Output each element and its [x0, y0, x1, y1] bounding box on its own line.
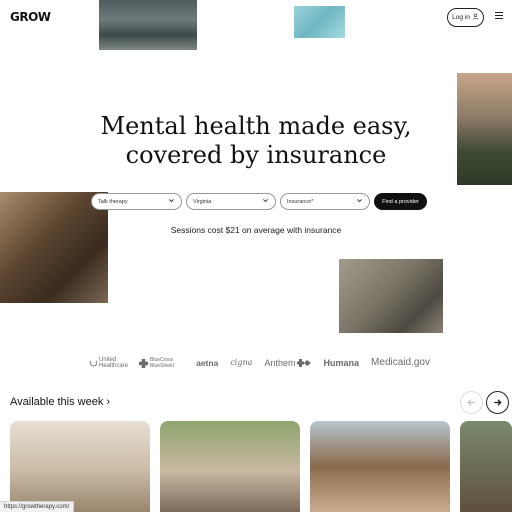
- find-provider-button[interactable]: Find a provider: [374, 193, 427, 210]
- provider-card[interactable]: [460, 421, 512, 512]
- photo-swimming-pool: [294, 6, 345, 38]
- anthem-logo: Anthem: [264, 359, 312, 368]
- provider-card[interactable]: [160, 421, 300, 512]
- insurance-logos-row: United Healthcare BlueCross BlueShield a…: [90, 354, 430, 372]
- medicaid-logo: Medicaid.gov: [371, 357, 430, 368]
- cigna-logo: cigna: [230, 358, 253, 367]
- photo-tying-shoes: [0, 192, 108, 303]
- grow-logo[interactable]: GROW: [10, 10, 51, 24]
- photo-water-waves: [99, 0, 197, 50]
- chevron-right-icon: ›: [106, 396, 111, 408]
- hero-title: Mental health made easy, covered by insu…: [0, 112, 512, 170]
- united-healthcare-logo: United Healthcare: [90, 357, 128, 369]
- carousel-next-button[interactable]: [486, 391, 509, 414]
- user-icon: [472, 13, 479, 22]
- available-this-week-heading[interactable]: Available this week ›: [10, 396, 110, 408]
- chevron-down-icon: [262, 197, 269, 206]
- provider-card[interactable]: [310, 421, 450, 512]
- therapy-type-select[interactable]: Talk therapy: [91, 193, 182, 210]
- login-label: Log in: [452, 14, 470, 21]
- provider-card[interactable]: [10, 421, 150, 512]
- state-value: Virginia: [193, 198, 212, 205]
- chevron-down-icon: [168, 197, 175, 206]
- carousel-prev-button[interactable]: [460, 391, 483, 414]
- chevron-down-icon: [356, 197, 363, 206]
- hero-title-line-2: covered by insurance: [125, 141, 387, 169]
- hamburger-menu-icon[interactable]: [495, 12, 503, 21]
- aetna-logo: aetna: [196, 358, 219, 368]
- insurance-value: Insurance*: [287, 198, 314, 205]
- state-select[interactable]: Virginia: [186, 193, 276, 210]
- arrow-left-icon: [467, 394, 476, 412]
- login-button[interactable]: Log in: [447, 8, 484, 27]
- sessions-cost-note: Sessions cost $21 on average with insura…: [170, 225, 342, 235]
- arrow-right-icon: [493, 394, 502, 412]
- therapy-type-value: Talk therapy: [98, 198, 128, 205]
- status-bar-url: https://growtherapy.com/: [0, 501, 75, 512]
- bcbs-logo: BlueCross BlueShield: [139, 357, 184, 369]
- humana-logo: Humana: [323, 358, 360, 368]
- photo-parent-child: [339, 259, 443, 333]
- insurance-select[interactable]: Insurance*: [280, 193, 370, 210]
- hero-title-line-1: Mental health made easy,: [100, 112, 412, 140]
